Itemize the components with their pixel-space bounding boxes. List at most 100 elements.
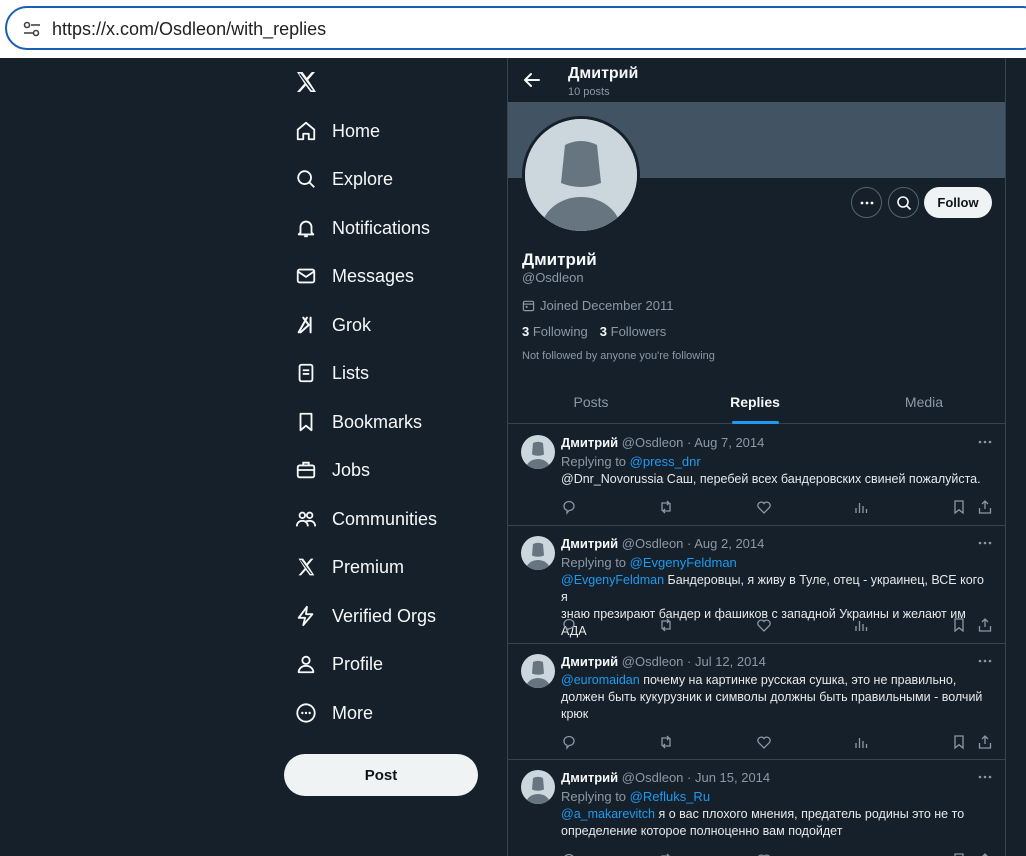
tweet-author-name[interactable]: Дмитрий (561, 770, 618, 785)
tweet-avatar[interactable] (521, 536, 555, 570)
tweet-more-icon[interactable] (977, 536, 993, 550)
like-icon[interactable] (756, 734, 772, 750)
profile-avatar[interactable] (522, 116, 640, 234)
back-arrow-icon[interactable] (522, 70, 542, 90)
views-icon[interactable] (853, 499, 869, 515)
nav-item-home[interactable]: Home (284, 111, 484, 151)
tweet-author-name[interactable]: Дмитрий (561, 536, 618, 551)
default-avatar-icon (526, 776, 550, 804)
tab-replies[interactable]: Replies (672, 380, 838, 424)
nav-item-jobs[interactable]: Jobs (284, 450, 484, 490)
replying-prefix: Replying to (561, 789, 630, 804)
nav-label: Grok (332, 314, 372, 335)
joined-text: Joined December 2011 (540, 298, 674, 313)
bookmark-icon[interactable] (951, 499, 967, 515)
nav-item-messages[interactable]: Messages (284, 256, 484, 296)
reply-icon[interactable] (561, 617, 577, 633)
tweet-author-name[interactable]: Дмитрий (561, 435, 618, 450)
tweet-author-name[interactable]: Дмитрий (561, 654, 618, 669)
mention-link[interactable]: @EvgenyFeldman (561, 573, 664, 587)
replying-to-link[interactable]: @EvgenyFeldman (630, 555, 737, 570)
nav-item-verified-orgs[interactable]: Verified Orgs (284, 596, 484, 636)
nav-item-notifications[interactable]: Notifications (284, 208, 484, 248)
views-icon[interactable] (853, 734, 869, 750)
share-icon[interactable] (977, 499, 993, 515)
nav-item-explore[interactable]: Explore (284, 159, 484, 199)
repost-icon[interactable] (658, 734, 674, 750)
nav-item-more[interactable]: More (284, 693, 484, 733)
tweet-item[interactable]: Дмитрий @Osdleon · Aug 2, 2014 Replying … (508, 526, 1005, 644)
tweet-text-line: крюк (561, 707, 589, 721)
url-field[interactable]: https://x.com/Osdleon/with_replies (5, 6, 1026, 50)
followers-count: 3 (599, 324, 608, 339)
profile-header-bar: Дмитрий 10 posts (508, 58, 1005, 102)
replying-to-link[interactable]: @Refluks_Ru (630, 789, 710, 804)
nav-item-lists[interactable]: Lists (284, 353, 484, 393)
repost-icon[interactable] (658, 499, 674, 515)
nav-item-grok[interactable]: Grok (284, 305, 484, 345)
reply-icon[interactable] (561, 852, 577, 856)
tweet-more-icon[interactable] (977, 654, 993, 668)
not-followed-note: Not followed by anyone you're following (522, 350, 715, 362)
like-icon[interactable] (756, 499, 772, 515)
more-options-button[interactable] (851, 187, 882, 218)
tweet-actions (561, 852, 993, 856)
tab-media[interactable]: Media (841, 380, 1005, 424)
x-logo-icon[interactable] (294, 70, 318, 94)
follow-button[interactable]: Follow (924, 187, 992, 218)
active-tab-indicator (732, 421, 779, 424)
mention-link[interactable]: @a_makarevitch (561, 807, 655, 821)
default-avatar-icon (525, 119, 637, 231)
repost-icon[interactable] (658, 852, 674, 856)
nav-item-communities[interactable]: Communities (284, 499, 484, 539)
tweet-more-icon[interactable] (977, 435, 993, 449)
bookmark-icon[interactable] (951, 852, 967, 856)
tweet-header: Дмитрий @Osdleon · Jun 15, 2014 (561, 770, 770, 785)
ellipsis-icon (860, 201, 873, 204)
reply-icon[interactable] (561, 499, 577, 515)
repost-icon[interactable] (658, 617, 674, 633)
default-avatar-icon (526, 660, 550, 688)
tweet-more-icon[interactable] (977, 770, 993, 784)
tab-posts[interactable]: Posts (508, 380, 674, 424)
tweet-item[interactable]: Дмитрий @Osdleon · Jul 12, 2014 @euromai… (508, 644, 1005, 760)
search-profile-button[interactable] (888, 187, 919, 218)
nav-item-profile[interactable]: Profile (284, 644, 484, 684)
replying-to: Replying to @Refluks_Ru (561, 789, 710, 804)
following-link[interactable]: 3 Following (522, 324, 588, 339)
like-icon[interactable] (756, 852, 772, 856)
reply-icon[interactable] (561, 734, 577, 750)
nav-item-bookmarks[interactable]: Bookmarks (284, 402, 484, 442)
lightning-icon (294, 604, 318, 628)
share-icon[interactable] (977, 617, 993, 633)
replying-to-link[interactable]: @press_dnr (630, 454, 701, 469)
replying-to: Replying to @EvgenyFeldman (561, 555, 737, 570)
home-icon (294, 119, 318, 143)
tweet-header: Дмитрий @Osdleon · Aug 7, 2014 (561, 435, 764, 450)
bookmark-icon[interactable] (951, 617, 967, 633)
default-avatar-icon (526, 441, 550, 469)
tweet-meta: @Osdleon · Aug 2, 2014 (621, 536, 765, 551)
share-icon[interactable] (977, 734, 993, 750)
tweet-item[interactable]: Дмитрий @Osdleon · Aug 7, 2014 Replying … (508, 425, 1005, 526)
tweet-avatar[interactable] (521, 770, 555, 804)
like-icon[interactable] (756, 617, 772, 633)
nav-item-premium[interactable]: Premium (284, 547, 484, 587)
tweet-text-line: должен быть кукурузник и символы должны … (561, 690, 983, 704)
followers-link[interactable]: 3 Followers (600, 324, 666, 339)
tweet-avatar[interactable] (521, 435, 555, 469)
mention-link[interactable]: @euromaidan (561, 673, 640, 687)
views-icon[interactable] (853, 617, 869, 633)
bookmark-icon[interactable] (951, 734, 967, 750)
nav-label: Home (332, 120, 381, 141)
nav-label: More (332, 702, 374, 723)
post-button[interactable]: Post (284, 754, 478, 796)
profile-handle: @Osdleon (522, 270, 584, 285)
tweet-text: @a_makarevitch я о вас плохого мнения, п… (561, 806, 993, 840)
share-icon[interactable] (977, 852, 993, 856)
site-settings-icon[interactable] (23, 21, 41, 37)
views-icon[interactable] (853, 852, 869, 856)
tweet-item[interactable]: Дмитрий @Osdleon · Jun 15, 2014 Replying… (508, 760, 1005, 856)
nav-label: Profile (332, 653, 384, 674)
tweet-avatar[interactable] (521, 654, 555, 688)
